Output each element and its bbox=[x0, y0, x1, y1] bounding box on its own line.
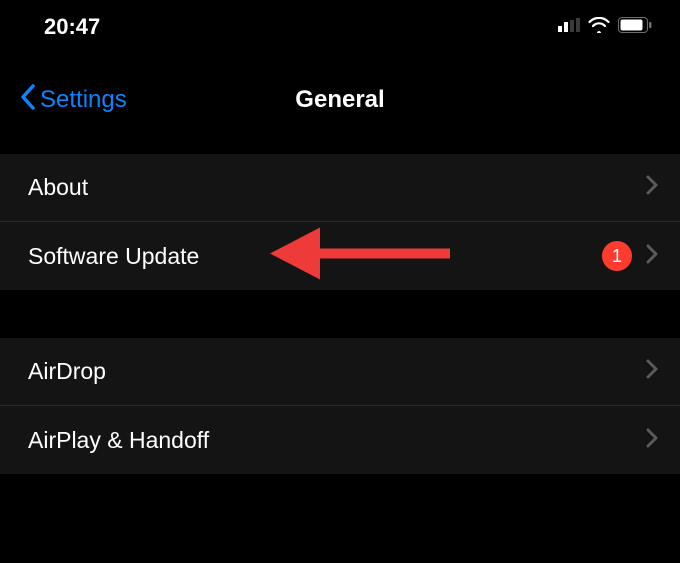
annotation-arrow-icon bbox=[270, 224, 470, 289]
row-label: AirPlay & Handoff bbox=[28, 427, 209, 454]
row-about[interactable]: About bbox=[0, 154, 680, 222]
cellular-signal-icon bbox=[558, 18, 580, 37]
notification-badge: 1 bbox=[602, 241, 632, 271]
row-software-update[interactable]: Software Update 1 bbox=[0, 222, 680, 290]
row-airplay-handoff[interactable]: AirPlay & Handoff bbox=[0, 406, 680, 474]
row-label: Software Update bbox=[28, 243, 199, 270]
chevron-right-icon bbox=[646, 244, 658, 269]
list-group-sharing: AirDrop AirPlay & Handoff bbox=[0, 338, 680, 474]
back-button[interactable]: Settings bbox=[20, 84, 127, 117]
page-title: General bbox=[295, 86, 384, 114]
nav-bar: Settings General bbox=[0, 70, 680, 130]
status-icons bbox=[558, 17, 652, 38]
chevron-left-icon bbox=[20, 84, 36, 117]
row-airdrop[interactable]: AirDrop bbox=[0, 338, 680, 406]
row-label: About bbox=[28, 174, 88, 201]
battery-icon bbox=[618, 17, 652, 38]
back-label: Settings bbox=[40, 86, 127, 114]
list-group-device: About Software Update 1 bbox=[0, 154, 680, 290]
status-time: 20:47 bbox=[44, 14, 100, 40]
wifi-icon bbox=[588, 17, 610, 38]
section-spacer bbox=[0, 290, 680, 338]
chevron-right-icon bbox=[646, 428, 658, 453]
chevron-right-icon bbox=[646, 175, 658, 200]
chevron-right-icon bbox=[646, 359, 658, 384]
status-bar: 20:47 bbox=[0, 0, 680, 50]
row-label: AirDrop bbox=[28, 358, 106, 385]
